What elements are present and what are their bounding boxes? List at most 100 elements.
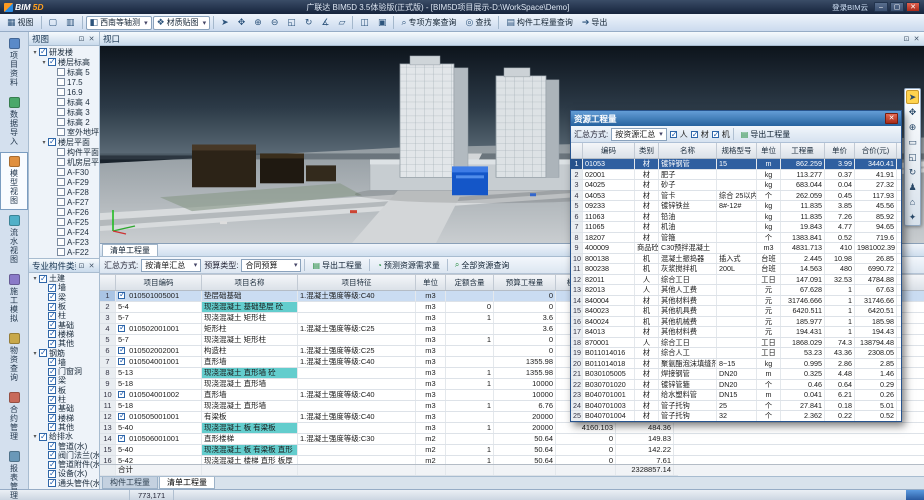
checkbox[interactable] (48, 396, 56, 404)
row-checkbox[interactable] (118, 413, 125, 420)
zoom-window-tool[interactable]: ▭ (906, 135, 919, 149)
hide-component-button[interactable]: ◫ (356, 15, 373, 30)
checkbox[interactable] (57, 228, 65, 236)
list-quantity-caption-tab[interactable]: 清单工程量 (102, 244, 158, 256)
rail-tab-data-import[interactable]: 数据导入 (0, 93, 28, 151)
checkbox[interactable] (48, 293, 56, 301)
column-header-feature[interactable]: 项目特征 (298, 275, 416, 290)
close-panel-icon[interactable] (87, 262, 96, 270)
tree-item[interactable]: 构件平面图 (29, 147, 99, 157)
checkbox[interactable] (57, 68, 65, 76)
resource-table-row[interactable]: 711065材机油kg19.8434.7794.65 (571, 222, 901, 233)
export-quantity-button[interactable]: ▤导出工程量 (308, 258, 366, 272)
zoom-in-tool[interactable]: ⊕ (250, 15, 266, 30)
resource-table-row[interactable]: 10800138机混凝土振捣器插入式台班2.44510.9826.85 (571, 254, 901, 265)
resource-table-row[interactable]: 14840004材其他材料费元31746.666131746.66 (571, 296, 901, 307)
single-viewport-button[interactable]: ▢ (45, 15, 62, 30)
resource-table-row[interactable]: 1784013材其他材料费元194.4311194.43 (571, 327, 901, 338)
resource-window-close-button[interactable] (885, 113, 898, 124)
tab-component-quantity[interactable]: 构件工程量 (102, 477, 158, 489)
row-checkbox[interactable] (118, 435, 125, 442)
resource-table-row[interactable]: 22B030701020材镀锌管箍DN20个0.460.640.29 (571, 380, 901, 391)
resource-table-row[interactable]: 1282011人综合工日工日147.09132.534784.88 (571, 275, 901, 286)
column-header-budget[interactable]: 预算工程量 (494, 275, 556, 290)
rail-tab-project-info[interactable]: 项目资料 (0, 34, 28, 92)
login-bim-cloud-link[interactable]: 登录BIM云 (832, 2, 868, 13)
column-header-code[interactable]: 编码 (583, 143, 635, 158)
rail-tab-contract-mgmt[interactable]: 合约管理 (0, 388, 28, 446)
column-header-price[interactable]: 单价 (825, 143, 855, 158)
view-angle-select[interactable]: ◧西南等轴测 (86, 16, 152, 30)
find-button[interactable]: ◎查找 (462, 15, 496, 30)
resource-table-row[interactable]: 21B030105005材焊接钢管DN20m0.3254.481.46 (571, 369, 901, 380)
quantity-table-row[interactable]: 135-40现浇混凝土 板 有梁板m31200004160.103484.36 (100, 423, 924, 434)
rail-tab-flow-view[interactable]: 流水视图 (0, 211, 28, 269)
person-checkbox[interactable]: 人 (670, 129, 688, 140)
orbit-tool[interactable]: ↻ (906, 165, 919, 179)
column-header-name[interactable]: 项目名称 (202, 275, 298, 290)
checkbox[interactable] (48, 461, 56, 469)
tree-item[interactable]: A-F24 (29, 227, 99, 237)
tree-item[interactable]: A-F28 (29, 187, 99, 197)
quantity-table-row[interactable]: 14 010506001001直形楼梯1.混凝土强度等级:C30m250.640… (100, 434, 924, 445)
column-header-num[interactable] (100, 275, 116, 290)
tree-item[interactable]: A-F23 (29, 237, 99, 247)
rw-export-button[interactable]: ▤导出工程量 (737, 127, 795, 141)
expand-arrow-icon[interactable]: ▾ (40, 139, 48, 146)
view-settings-tool[interactable]: ✦ (906, 210, 919, 224)
resource-table-row[interactable]: 202001材肥子kg113.2770.3741.91 (571, 170, 901, 181)
tab-list-quantity[interactable]: 清单工程量 (159, 477, 215, 489)
home-view-tool[interactable]: ⌂ (906, 195, 919, 209)
resource-table-row[interactable]: 25B040701004材管子托钩32个2.3620.220.52 (571, 411, 901, 421)
pan-tool[interactable]: ✥ (234, 15, 250, 30)
zoom-fit-tool[interactable]: ◱ (906, 150, 919, 164)
expand-arrow-icon[interactable]: ▾ (31, 49, 39, 56)
checkbox[interactable] (39, 48, 47, 56)
pin-icon[interactable] (77, 35, 86, 43)
checkbox[interactable] (57, 128, 65, 136)
checkbox[interactable] (39, 349, 47, 357)
tree-item[interactable]: ▾楼层标高 (29, 57, 99, 67)
row-checkbox[interactable] (118, 292, 125, 299)
rail-tab-construction-sim[interactable]: 施工模拟 (0, 270, 28, 328)
checkbox[interactable] (57, 218, 65, 226)
tree-item[interactable]: 标高 3 (29, 107, 99, 117)
column-header-unit[interactable]: 单位 (416, 275, 446, 290)
walk-tool[interactable]: ♟ (906, 180, 919, 194)
checkbox[interactable] (48, 423, 56, 431)
rail-tab-material-query[interactable]: 物资查询 (0, 329, 28, 387)
resource-window-titlebar[interactable]: 资源工程量 (571, 111, 901, 126)
column-header-spec[interactable]: 规格型号 (717, 143, 757, 158)
resource-table-row[interactable]: 19B011014016材综合人工工日53.2343.362308.05 (571, 348, 901, 359)
tree-item[interactable]: A-F25 (29, 217, 99, 227)
expand-arrow-icon[interactable]: ▾ (40, 59, 48, 66)
checkbox[interactable] (48, 479, 56, 487)
checkbox[interactable] (48, 321, 56, 329)
zoom-extents-tool[interactable]: ◱ (283, 15, 300, 30)
summary-mode-select[interactable]: 按清单汇总 (141, 259, 201, 272)
checkbox[interactable] (48, 414, 56, 422)
row-checkbox[interactable] (118, 325, 125, 332)
expand-arrow-icon[interactable]: ▾ (31, 433, 39, 440)
close-button[interactable] (906, 2, 920, 12)
column-header-name[interactable]: 名称 (659, 143, 717, 158)
column-header-qty[interactable]: 工程量 (781, 143, 825, 158)
resource-table-row[interactable]: 23B040701001材给水塑料管DN15m0.0416.210.26 (571, 390, 901, 401)
resource-table-row[interactable]: 9400009商品砼C30预拌混凝土m34831.7134101981002.3… (571, 243, 901, 254)
checkbox[interactable] (57, 158, 65, 166)
tree-item[interactable]: A-F29 (29, 177, 99, 187)
resource-table-row[interactable]: 1382013人其他人工费元67.628167.63 (571, 285, 901, 296)
tree-item[interactable]: 17.5 (29, 77, 99, 87)
rw-summary-select[interactable]: 按资源汇总 (611, 128, 667, 141)
checkbox[interactable] (48, 312, 56, 320)
checkbox[interactable] (57, 178, 65, 186)
checkbox[interactable] (48, 405, 56, 413)
predict-resource-button[interactable]: ◔预测资源需求量 (373, 258, 444, 272)
expand-arrow-icon[interactable]: ▾ (31, 275, 39, 282)
checkbox[interactable] (39, 275, 47, 283)
checkbox[interactable] (57, 148, 65, 156)
resource-table-row[interactable]: 11800238机灰浆搅拌机200L台班14.5634806990.72 (571, 264, 901, 275)
checkbox[interactable] (48, 303, 56, 311)
resource-table-row[interactable]: 24B040701003材管子托钩25个27.8410.185.01 (571, 401, 901, 412)
checkbox[interactable] (48, 284, 56, 292)
